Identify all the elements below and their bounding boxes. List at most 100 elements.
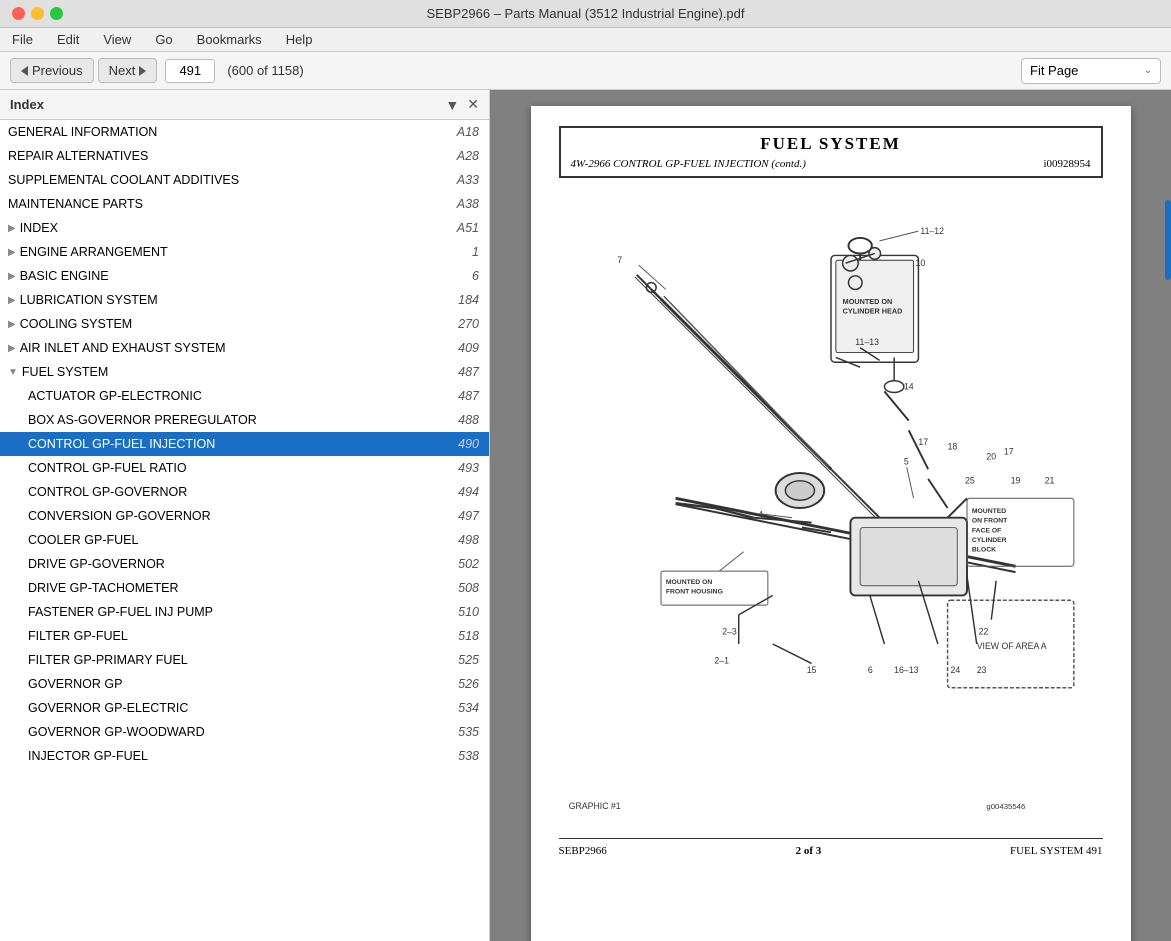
sidebar-item-page: A38 xyxy=(457,197,479,211)
sidebar-item[interactable]: CONTROL GP-GOVERNOR 494 xyxy=(0,480,489,504)
svg-text:7: 7 xyxy=(617,255,622,265)
sidebar-item[interactable]: COOLER GP-FUEL 498 xyxy=(0,528,489,552)
sidebar-item[interactable]: GENERAL INFORMATION A18 xyxy=(0,120,489,144)
sidebar-item-label: COOLING SYSTEM xyxy=(20,317,450,331)
sidebar-header: Index ▼ ✕ xyxy=(0,90,489,120)
sidebar-item-label: FILTER GP-FUEL xyxy=(28,629,450,643)
minimize-button[interactable] xyxy=(31,7,44,20)
sidebar-filter-button[interactable]: ▼ xyxy=(445,96,459,113)
sidebar-item[interactable]: INJECTOR GP-FUEL 538 xyxy=(0,744,489,768)
sidebar-item[interactable]: SUPPLEMENTAL COOLANT ADDITIVES A33 xyxy=(0,168,489,192)
expand-icon: ▶ xyxy=(8,223,16,234)
sidebar-item[interactable]: CONTROL GP-FUEL INJECTION 490 xyxy=(0,432,489,456)
sidebar-item[interactable]: BOX AS-GOVERNOR PREREGULATOR 488 xyxy=(0,408,489,432)
svg-text:2–3: 2–3 xyxy=(722,626,737,636)
menu-go[interactable]: Go xyxy=(151,30,176,49)
svg-text:11–12: 11–12 xyxy=(920,226,944,236)
page-number-input[interactable] xyxy=(165,59,215,83)
menu-file[interactable]: File xyxy=(8,30,37,49)
sidebar-item-label: DRIVE GP-GOVERNOR xyxy=(28,557,450,571)
sidebar-item-page: 270 xyxy=(458,317,479,331)
menu-view[interactable]: View xyxy=(99,30,135,49)
toolbar: Previous Next (600 of 1158) Fit Page ⌄ xyxy=(0,52,1171,90)
svg-text:CYLINDER HEAD: CYLINDER HEAD xyxy=(842,307,902,316)
svg-text:16–13: 16–13 xyxy=(894,665,918,675)
svg-text:19: 19 xyxy=(1010,476,1020,486)
svg-text:18: 18 xyxy=(947,442,957,452)
sidebar-item-page: A18 xyxy=(457,125,479,139)
sidebar-item-label: GOVERNOR GP-WOODWARD xyxy=(28,725,450,739)
pdf-viewer[interactable]: FUEL SYSTEM 4W-2966 CONTROL GP-FUEL INJE… xyxy=(490,90,1171,941)
svg-text:g00435546: g00435546 xyxy=(986,802,1025,811)
next-button[interactable]: Next xyxy=(98,58,158,83)
fit-page-select[interactable]: Fit Page ⌄ xyxy=(1021,58,1161,84)
previous-button[interactable]: Previous xyxy=(10,58,94,83)
svg-text:24: 24 xyxy=(950,665,960,675)
sidebar-item[interactable]: CONVERSION GP-GOVERNOR 497 xyxy=(0,504,489,528)
sidebar-item-label: FUEL SYSTEM xyxy=(22,365,450,379)
sidebar-item[interactable]: ▶ LUBRICATION SYSTEM 184 xyxy=(0,288,489,312)
sidebar-item[interactable]: DRIVE GP-TACHOMETER 508 xyxy=(0,576,489,600)
expand-icon: ▶ xyxy=(8,319,16,330)
sidebar-item[interactable]: CONTROL GP-FUEL RATIO 493 xyxy=(0,456,489,480)
pdf-footer: SEBP2966 2 of 3 FUEL SYSTEM 491 xyxy=(559,838,1103,857)
sidebar-item[interactable]: ▶ AIR INLET AND EXHAUST SYSTEM 409 xyxy=(0,336,489,360)
sidebar-item-label: ACTUATOR GP-ELECTRONIC xyxy=(28,389,450,403)
title-bar: SEBP2966 – Parts Manual (3512 Industrial… xyxy=(0,0,1171,28)
menu-help[interactable]: Help xyxy=(282,30,317,49)
pdf-footer-center: 2 of 3 xyxy=(796,845,822,857)
menu-bookmarks[interactable]: Bookmarks xyxy=(193,30,266,49)
pdf-diagram: 11–12 10 9 7 MOUNTED ON CYLINDER HE xyxy=(559,188,1103,828)
traffic-lights xyxy=(12,7,63,20)
sidebar-item-label: GOVERNOR GP xyxy=(28,677,450,691)
sidebar-item[interactable]: ▶ ENGINE ARRANGEMENT 1 xyxy=(0,240,489,264)
sidebar-item[interactable]: DRIVE GP-GOVERNOR 502 xyxy=(0,552,489,576)
sidebar-item-page: 487 xyxy=(458,365,479,379)
sidebar-close-button[interactable]: ✕ xyxy=(467,96,479,113)
pdf-title: FUEL SYSTEM xyxy=(571,134,1091,154)
pdf-footer-left: SEBP2966 xyxy=(559,845,607,857)
sidebar-item-page: 494 xyxy=(458,485,479,499)
sidebar: Index ▼ ✕ GENERAL INFORMATION A18 REPAIR… xyxy=(0,90,490,941)
sidebar-item[interactable]: REPAIR ALTERNATIVES A28 xyxy=(0,144,489,168)
sidebar-item-label: GENERAL INFORMATION xyxy=(8,125,449,139)
sidebar-item[interactable]: ▶ BASIC ENGINE 6 xyxy=(0,264,489,288)
maximize-button[interactable] xyxy=(50,7,63,20)
menu-edit[interactable]: Edit xyxy=(53,30,83,49)
sidebar-item-label: DRIVE GP-TACHOMETER xyxy=(28,581,450,595)
sidebar-item[interactable]: ▶ INDEX A51 xyxy=(0,216,489,240)
pdf-subtitle: 4W-2966 CONTROL GP-FUEL INJECTION (contd… xyxy=(571,158,1091,170)
sidebar-item-label: ENGINE ARRANGEMENT xyxy=(20,245,464,259)
sidebar-item[interactable]: ▶ COOLING SYSTEM 270 xyxy=(0,312,489,336)
fit-page-label: Fit Page xyxy=(1030,63,1078,78)
close-button[interactable] xyxy=(12,7,25,20)
sidebar-item[interactable]: ▼ FUEL SYSTEM 487 xyxy=(0,360,489,384)
expand-icon: ▶ xyxy=(8,247,16,258)
svg-text:11–13: 11–13 xyxy=(855,337,879,347)
sidebar-item-page: 498 xyxy=(458,533,479,547)
sidebar-item-page: 409 xyxy=(458,341,479,355)
sidebar-controls: ▼ ✕ xyxy=(445,96,479,113)
svg-text:VIEW OF AREA A: VIEW OF AREA A xyxy=(976,641,1046,651)
expand-icon: ▼ xyxy=(8,367,18,378)
page-info: (600 of 1158) xyxy=(227,63,303,78)
sidebar-item[interactable]: FASTENER GP-FUEL INJ PUMP 510 xyxy=(0,600,489,624)
pdf-header-box: FUEL SYSTEM 4W-2966 CONTROL GP-FUEL INJE… xyxy=(559,126,1103,178)
svg-text:ON FRONT: ON FRONT xyxy=(971,518,1007,525)
sidebar-item[interactable]: FILTER GP-FUEL 518 xyxy=(0,624,489,648)
sidebar-item-label: BASIC ENGINE xyxy=(20,269,464,283)
sidebar-item-page: 184 xyxy=(458,293,479,307)
sidebar-item[interactable]: GOVERNOR GP 526 xyxy=(0,672,489,696)
sidebar-item[interactable]: GOVERNOR GP-ELECTRIC 534 xyxy=(0,696,489,720)
main-container: Index ▼ ✕ GENERAL INFORMATION A18 REPAIR… xyxy=(0,90,1171,941)
sidebar-item[interactable]: ACTUATOR GP-ELECTRONIC 487 xyxy=(0,384,489,408)
svg-text:2–1: 2–1 xyxy=(714,655,729,665)
expand-icon: ▶ xyxy=(8,271,16,282)
sidebar-item-page: 510 xyxy=(458,605,479,619)
sidebar-item[interactable]: MAINTENANCE PARTS A38 xyxy=(0,192,489,216)
sidebar-item-label: LUBRICATION SYSTEM xyxy=(20,293,450,307)
sidebar-item-page: 6 xyxy=(472,269,479,283)
sidebar-item[interactable]: GOVERNOR GP-WOODWARD 535 xyxy=(0,720,489,744)
sidebar-item[interactable]: FILTER GP-PRIMARY FUEL 525 xyxy=(0,648,489,672)
svg-text:25: 25 xyxy=(965,476,975,486)
